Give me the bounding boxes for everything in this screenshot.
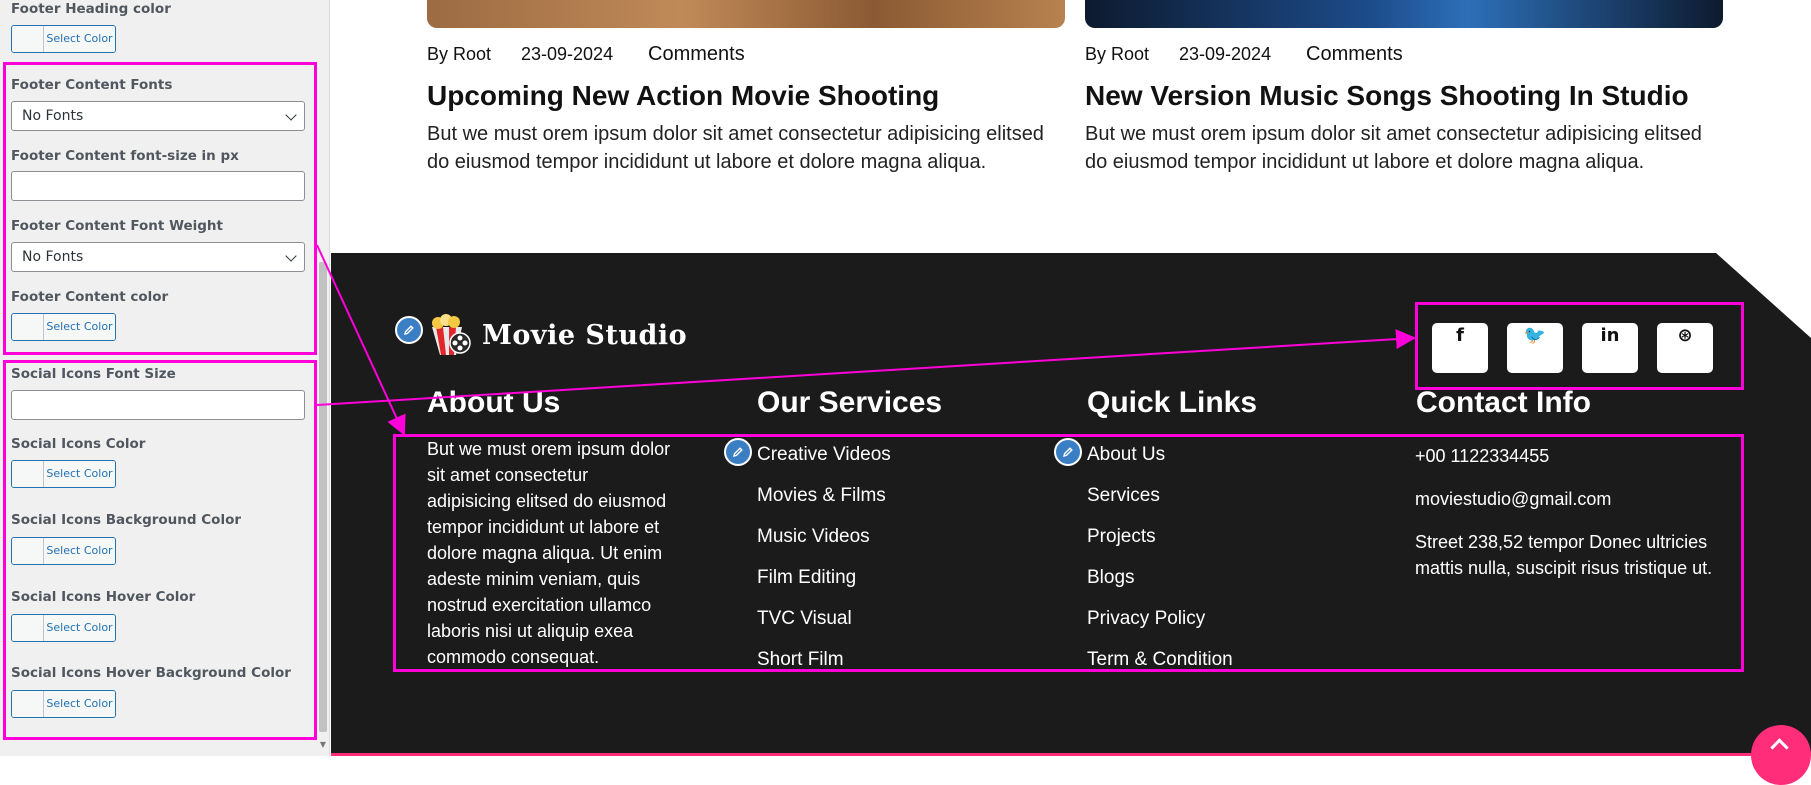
services-heading: Our Services [757, 386, 943, 419]
footer-heading-color-label: Footer Heading color [11, 1, 171, 17]
post-excerpt: But we must orem ipsum dolor sit amet co… [1085, 123, 1702, 173]
post-author[interactable]: By Root [1085, 44, 1149, 65]
scroll-down-arrow-icon[interactable]: ▼ [317, 740, 329, 750]
footer-heading-color-button[interactable]: Select Color [11, 25, 116, 53]
site-preview: By Root 23-09-2024 Comments Upcoming New… [331, 0, 1811, 785]
popcorn-logo-icon[interactable] [427, 313, 472, 358]
edit-shortcut-icon[interactable] [395, 316, 423, 344]
post-date[interactable]: 23-09-2024 [521, 44, 613, 65]
post-title[interactable]: Upcoming New Action Movie Shooting [427, 80, 939, 112]
customizer-panel: Footer Heading color Select Color Footer… [0, 0, 330, 756]
post-date[interactable]: 23-09-2024 [1179, 44, 1271, 65]
about-heading: About Us [427, 386, 561, 419]
chevron-up-icon [1770, 738, 1789, 757]
post-comments[interactable]: Comments [648, 43, 745, 66]
highlight-box-social-icons [1415, 302, 1744, 390]
panel-scrollbar[interactable]: ▼ [317, 0, 329, 756]
scroll-to-top-button[interactable] [1751, 725, 1811, 785]
post-excerpt: But we must orem ipsum dolor sit amet co… [427, 123, 1044, 173]
brand-name[interactable]: Movie Studio [482, 320, 687, 351]
post-title[interactable]: New Version Music Songs Shooting In Stud… [1085, 80, 1689, 112]
post-author[interactable]: By Root [427, 44, 491, 65]
color-swatch [12, 26, 44, 52]
quick-links-heading: Quick Links [1087, 386, 1258, 419]
site-footer: Movie Studio f 🐦 in ⊛ About Us Our Servi… [331, 253, 1811, 756]
highlight-box-footer-content [3, 62, 317, 355]
post-comments[interactable]: Comments [1306, 43, 1403, 66]
post-image[interactable] [1085, 0, 1723, 28]
post-image[interactable] [427, 0, 1065, 28]
highlight-box-social-icons [3, 360, 317, 740]
select-color-label: Select Color [44, 26, 115, 52]
highlight-box-footer-content [393, 434, 1744, 672]
scrollbar-thumb[interactable] [319, 262, 327, 732]
contact-heading: Contact Info [1416, 386, 1591, 419]
